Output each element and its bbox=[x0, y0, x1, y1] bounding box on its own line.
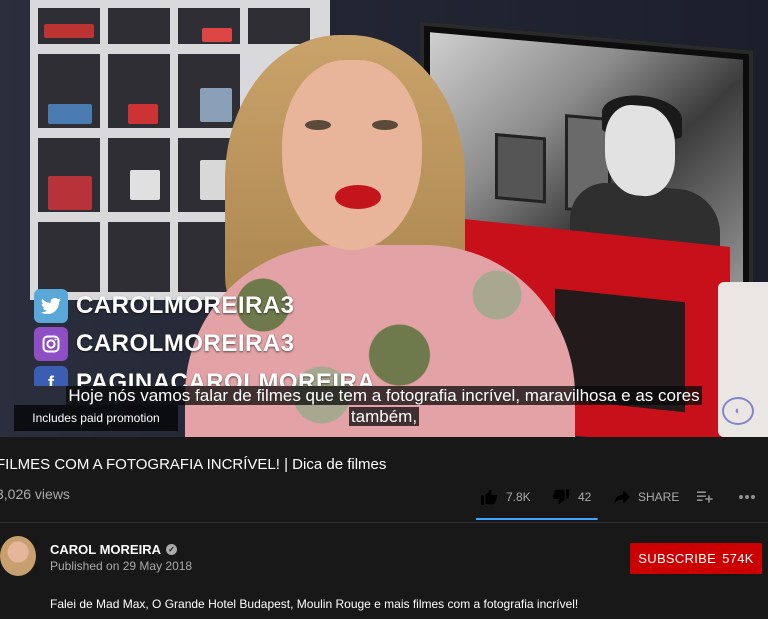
subscribe-label: SUBSCRIBE bbox=[638, 551, 717, 566]
dislike-count: 42 bbox=[578, 490, 592, 504]
twitter-handle: CAROLMOREIRA3 bbox=[76, 292, 295, 319]
video-player[interactable]: CAROLMOREIRA3 CAROLMOREIRA3 f PAGINACARO… bbox=[0, 0, 768, 437]
presenter-eye bbox=[305, 120, 331, 130]
like-ratio-fill bbox=[476, 518, 598, 520]
subscribe-button[interactable]: SUBSCRIBE 574K bbox=[630, 543, 762, 574]
add-to-playlist-icon bbox=[697, 491, 713, 503]
presenter-lips bbox=[335, 185, 381, 209]
share-label: SHARE bbox=[638, 490, 680, 504]
verified-icon: ✓ bbox=[165, 544, 177, 555]
more-actions-button[interactable] bbox=[738, 486, 756, 508]
twitter-icon bbox=[34, 289, 68, 323]
social-instagram: CAROLMOREIRA3 bbox=[34, 327, 295, 361]
publish-date: Published on 29 May 2018 bbox=[50, 559, 193, 573]
more-icon bbox=[739, 495, 755, 499]
save-to-playlist-button[interactable] bbox=[697, 486, 713, 508]
view-count: 3,026 views bbox=[0, 486, 70, 502]
facebook-icon: f bbox=[34, 366, 68, 386]
like-button[interactable]: 7.8K bbox=[480, 486, 531, 508]
channel-name-row[interactable]: CAROL MOREIRA ✓ bbox=[50, 542, 177, 557]
like-dislike-bar bbox=[476, 518, 598, 520]
video-description: Falei de Mad Max, O Grande Hotel Budapes… bbox=[50, 597, 579, 611]
caption-line-1: Hoje nós vamos falar de filmes que tem a… bbox=[66, 386, 702, 405]
social-facebook: f PAGINACAROLMOREIRA bbox=[34, 366, 375, 386]
video-title: FILMES COM A FOTOGRAFIA INCRÍVEL! | Dica… bbox=[0, 456, 387, 473]
like-count: 7.8K bbox=[506, 490, 531, 504]
social-twitter: CAROLMOREIRA3 bbox=[34, 289, 295, 323]
thumbs-up-icon bbox=[481, 489, 497, 505]
dislike-button[interactable]: 42 bbox=[552, 486, 591, 508]
channel-avatar[interactable] bbox=[0, 536, 36, 576]
instagram-icon bbox=[34, 327, 68, 361]
presenter-face bbox=[282, 60, 422, 250]
instagram-handle: CAROLMOREIRA3 bbox=[76, 330, 295, 357]
share-button[interactable]: SHARE bbox=[614, 486, 679, 508]
divider bbox=[0, 522, 768, 523]
subscriber-count: 574K bbox=[722, 551, 754, 566]
paid-promotion-badge[interactable]: Includes paid promotion bbox=[14, 405, 178, 431]
caption-line-2: também, bbox=[348, 407, 420, 426]
channel-watermark-icon[interactable]: ◐ bbox=[722, 397, 754, 425]
channel-name[interactable]: CAROL MOREIRA bbox=[50, 542, 161, 557]
share-icon bbox=[614, 490, 630, 504]
presenter-eye bbox=[372, 120, 398, 130]
facebook-handle: PAGINACAROLMOREIRA bbox=[76, 369, 376, 386]
thumbs-down-icon bbox=[553, 489, 569, 505]
